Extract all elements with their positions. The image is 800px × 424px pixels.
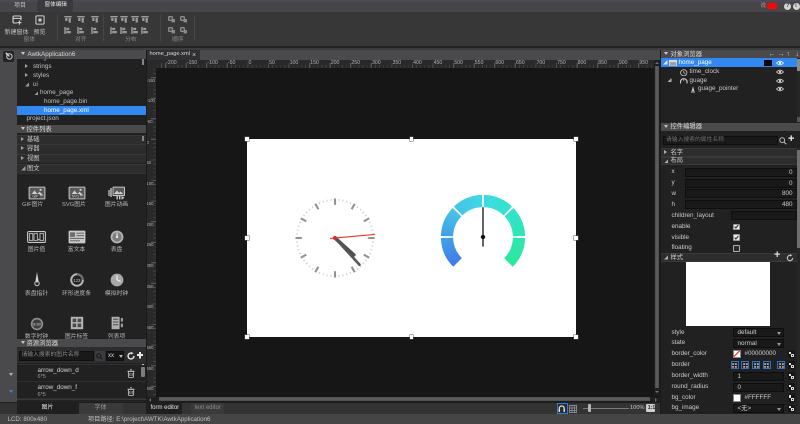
svg-text:8:30: 8:30 (33, 321, 42, 326)
svg-text:SVG: SVG (71, 194, 79, 198)
svg-text:123: 123 (73, 277, 81, 282)
svg-text:GIF: GIF (32, 194, 39, 198)
